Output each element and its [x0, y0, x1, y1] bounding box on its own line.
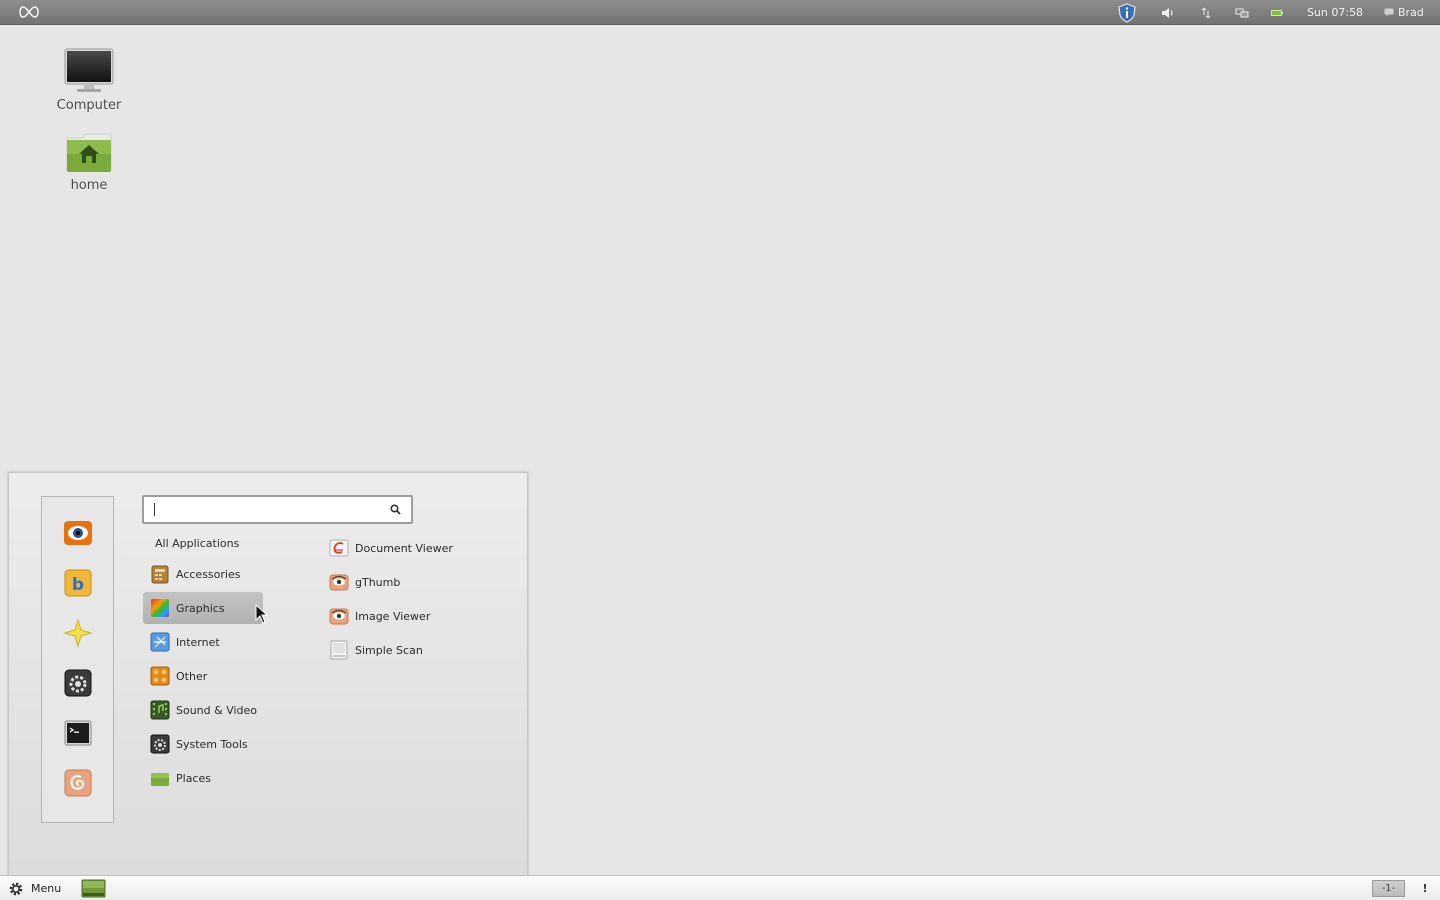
- category-sound-video[interactable]: Sound & Video: [149, 694, 269, 726]
- image-viewer-icon: [328, 605, 350, 627]
- category-label: Accessories: [176, 567, 241, 581]
- app-label: Image Viewer: [355, 609, 431, 623]
- top-panel: Sun 07:58 Brad: [0, 0, 1440, 25]
- internet-icon: [149, 631, 171, 653]
- network-icon[interactable]: [1196, 0, 1216, 25]
- user-icon: [1384, 8, 1394, 17]
- category-label: Other: [176, 669, 208, 683]
- volume-icon[interactable]: [1158, 0, 1178, 25]
- favorite-debian[interactable]: [61, 766, 94, 799]
- simple-scan-icon: [328, 639, 350, 661]
- desktop-icon-home[interactable]: home: [39, 132, 139, 193]
- category-all-applications[interactable]: All Applications: [155, 535, 239, 553]
- favorites-panel: b: [41, 496, 114, 823]
- search-input[interactable]: [150, 501, 376, 519]
- category-internet[interactable]: Internet: [149, 626, 269, 658]
- debian-swirl-icon: [64, 769, 91, 796]
- favorite-star[interactable]: [61, 616, 94, 649]
- accessories-icon: [149, 563, 171, 585]
- workspace-switcher[interactable]: -1-: [1372, 880, 1405, 897]
- app-image-viewer[interactable]: Image Viewer: [328, 600, 508, 632]
- other-icon: [149, 665, 171, 687]
- cinnamon-logo-icon[interactable]: [18, 5, 40, 19]
- text-caret: [154, 503, 155, 516]
- category-label: Graphics: [176, 601, 225, 615]
- category-graphics[interactable]: Graphics: [143, 592, 263, 624]
- app-gthumb[interactable]: gThumb: [328, 566, 508, 598]
- gthumb-icon: [328, 571, 350, 593]
- clock[interactable]: Sun 07:58: [1300, 0, 1370, 25]
- favorite-settings[interactable]: [61, 666, 94, 699]
- system-tools-icon: [149, 733, 171, 755]
- category-label: System Tools: [176, 737, 248, 751]
- battery-icon[interactable]: [1266, 0, 1288, 25]
- category-other[interactable]: Other: [149, 660, 269, 692]
- app-simple-scan[interactable]: Simple Scan: [328, 634, 508, 666]
- user-name: Brad: [1398, 6, 1424, 19]
- update-shield-icon[interactable]: [1115, 0, 1139, 25]
- home-folder-icon: [66, 133, 112, 172]
- mouse-pointer-icon: [255, 604, 269, 624]
- svg-text:b: b: [71, 575, 83, 595]
- category-label: Sound & Video: [176, 703, 258, 717]
- bottom-panel: Menu -1- !: [0, 875, 1440, 900]
- star-icon: [62, 617, 93, 648]
- menu-button[interactable]: Menu: [8, 878, 61, 899]
- computer-icon: [64, 48, 114, 92]
- category-accessories[interactable]: Accessories: [149, 558, 269, 590]
- sound-video-icon: [149, 699, 171, 721]
- places-folder-icon: [149, 767, 171, 789]
- search-box[interactable]: [142, 495, 413, 524]
- desktop-icon-label: home: [70, 178, 108, 193]
- favorite-blueman[interactable]: b: [61, 566, 94, 599]
- notifications-button[interactable]: !: [1420, 879, 1430, 898]
- gnome-eye-icon: [63, 520, 92, 545]
- show-desktop-icon[interactable]: [81, 879, 106, 898]
- category-system-tools[interactable]: System Tools: [149, 728, 269, 760]
- favorite-gnome-eye[interactable]: [61, 516, 94, 549]
- terminal-icon: [64, 720, 91, 745]
- user-applet[interactable]: Brad: [1384, 0, 1432, 25]
- document-viewer-icon: [328, 537, 350, 559]
- category-label: Internet: [176, 635, 220, 649]
- desktop-icon-label: Computer: [56, 98, 122, 113]
- app-label: gThumb: [355, 575, 401, 589]
- gear-icon: [9, 882, 23, 895]
- category-label: Places: [176, 771, 211, 785]
- favorite-terminal[interactable]: [61, 716, 94, 749]
- blueman-icon: b: [64, 569, 91, 596]
- app-label: Document Viewer: [355, 541, 453, 555]
- settings-icon: [64, 669, 91, 696]
- search-icon[interactable]: [390, 504, 401, 515]
- app-document-viewer[interactable]: Document Viewer: [328, 532, 508, 564]
- graphics-icon: [149, 597, 171, 619]
- menu-label: Menu: [31, 882, 62, 895]
- app-label: Simple Scan: [355, 643, 423, 657]
- display-icon[interactable]: [1231, 0, 1253, 25]
- desktop-icon-computer[interactable]: Computer: [39, 46, 139, 113]
- application-menu: b All Applications Accessories Graphics …: [8, 472, 528, 876]
- category-places[interactable]: Places: [149, 762, 269, 794]
